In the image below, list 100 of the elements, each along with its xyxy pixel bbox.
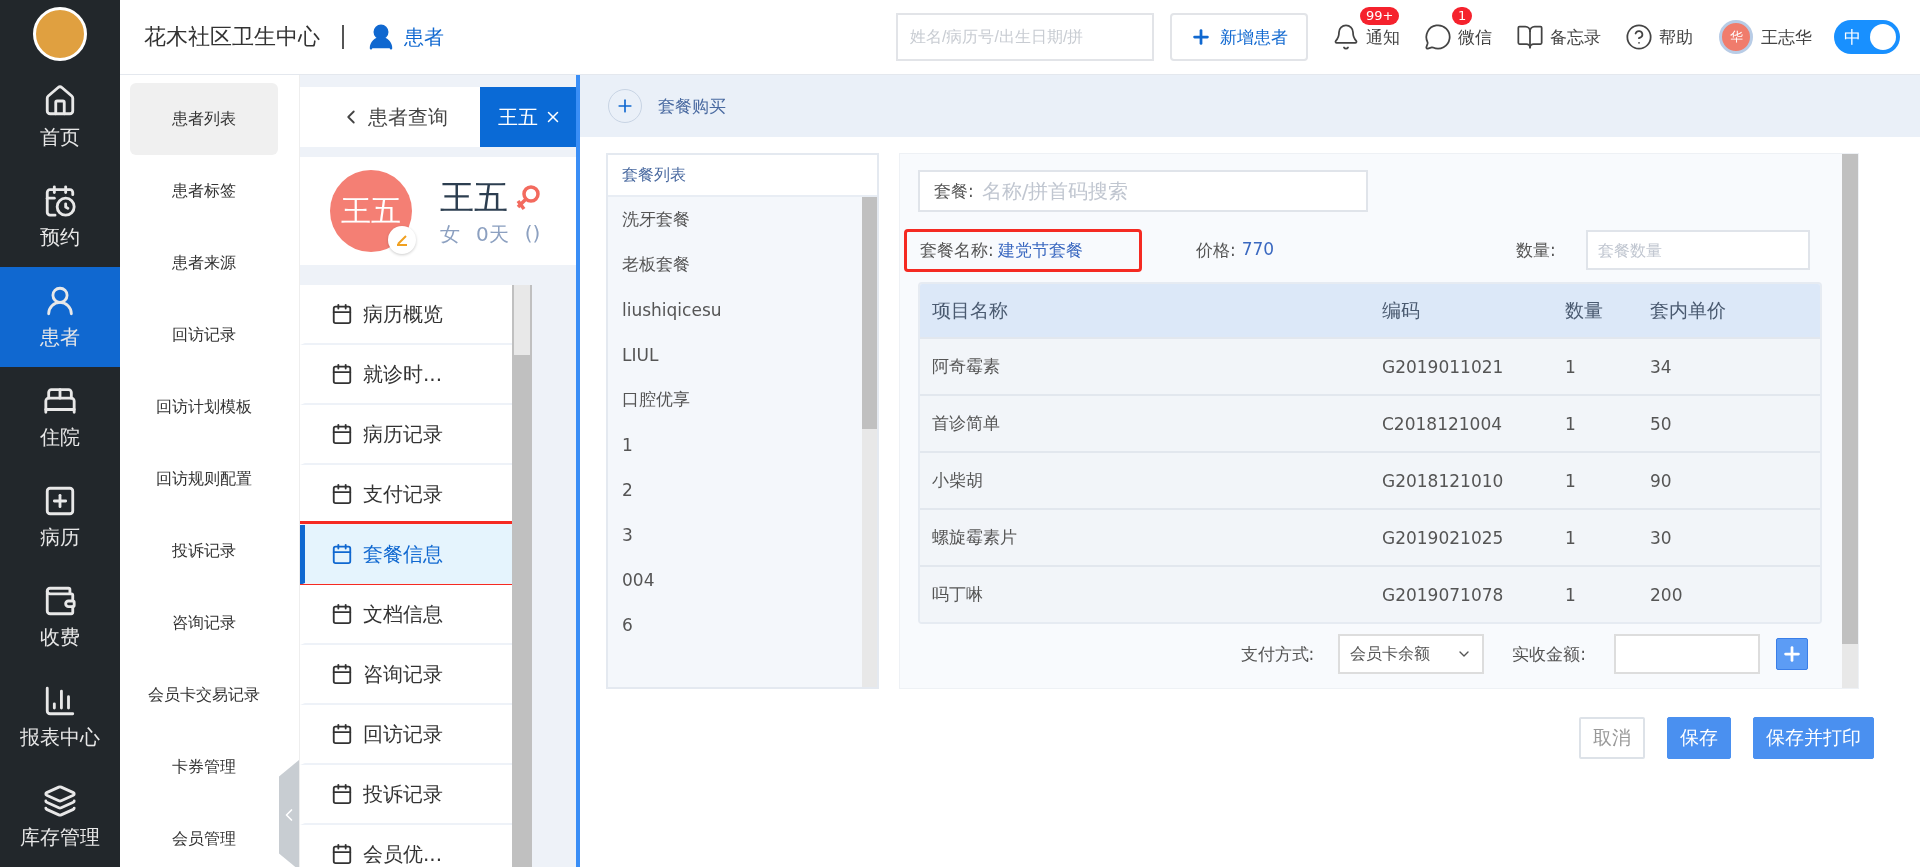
table-cell-text: 阿奇霉素 [932,355,1001,378]
package-item[interactable]: LIUL [608,332,862,377]
calendar-icon [331,603,353,625]
toolbar-label[interactable]: 微信 [1458,25,1492,49]
table-cell-text: 200 [1650,584,1684,605]
field-label: 数量: [1516,238,1556,262]
table-cell-text: G2018121010 [1382,470,1505,491]
field-label: 支付方式: [1240,642,1315,666]
table-cell-text: 1 [1565,584,1577,605]
table-cell-text: G2019021025 [1382,527,1505,548]
table-cell-text: 34 [1650,356,1673,377]
subnav-item[interactable]: 回访规则配置 [130,443,278,515]
package-search-field[interactable]: 名称/拼首码搜索 [979,178,1366,204]
table-cell-text: G2019071078 [1382,584,1505,605]
logo-avatar [33,6,87,61]
subnav-item[interactable]: 回访记录 [130,299,278,371]
section-title: 套餐购买 [658,94,726,118]
package-item[interactable]: 004 [608,557,862,602]
calendar-icon [331,363,353,385]
package-search-box[interactable]: 套餐: 名称/拼首码搜索 [918,170,1368,212]
subnav-item[interactable]: 患者列表 [130,83,278,155]
package-item[interactable]: 3 [608,512,862,557]
help-icon[interactable] [1625,23,1653,51]
package-item[interactable]: 洗牙套餐 [608,197,862,242]
package-item[interactable]: 1 [608,422,862,467]
column-header: 套内单价 [1650,297,1727,323]
nav-item[interactable]: 收费 [0,567,120,667]
subnav-item[interactable]: 会员管理 [130,803,278,867]
table-cell-text: 螺旋霉素片 [932,526,1018,549]
add-button[interactable] [1776,638,1808,670]
nav-item[interactable]: 预约 [0,167,120,267]
scrollbar[interactable] [1842,154,1858,688]
subnav-item[interactable]: 回访计划模板 [130,371,278,443]
package-item[interactable]: 6 [608,602,862,647]
bell-icon[interactable] [1332,23,1360,51]
column-header: 编码 [1382,297,1421,323]
toolbar-label[interactable]: 帮助 [1659,25,1693,49]
amount-field[interactable] [1614,634,1760,674]
plus-icon [1190,26,1212,48]
calendar-icon [331,723,353,745]
field-label: 价格: [1196,238,1236,262]
toolbar-label[interactable]: 通知 [1366,25,1400,49]
nav-item[interactable]: 首页 [0,67,120,167]
table-cell-text: G2019011021 [1382,356,1505,377]
layers-icon [43,783,77,818]
subnav-item[interactable]: 会员卡交易记录 [130,659,278,731]
nav-item[interactable]: 患者 [0,267,120,367]
table-cell-text: 30 [1650,527,1673,548]
record-nav-item[interactable]: 文档信息 [300,585,512,645]
chat-icon[interactable] [1424,23,1452,51]
quantity-field[interactable]: 套餐数量 [1585,230,1810,270]
field-label: 套餐: [934,179,974,203]
module-title: 患者 [404,23,444,51]
add-patient-button[interactable]: 新增患者 [1170,13,1308,61]
field-label: 实收金额: [1512,642,1586,666]
subnav-item[interactable]: 投诉记录 [130,515,278,587]
subnav-item[interactable]: 患者标签 [130,155,278,227]
package-item[interactable]: 老板套餐 [608,242,862,287]
count-badge: 99+ [1360,7,1400,25]
nav-item[interactable]: 病历 [0,467,120,567]
table-cell-text: 吗丁啉 [932,583,984,606]
package-item[interactable]: liushiqicesu [608,287,862,332]
calendar-icon [331,843,353,865]
column-header: 数量 [1565,297,1604,323]
scrollbar[interactable] [512,285,532,867]
patient-gender: 女 [440,220,460,248]
package-item[interactable]: 口腔优享 [608,377,862,422]
nav-item[interactable]: 住院 [0,367,120,467]
female-icon [514,182,542,213]
calendar-icon [331,423,353,445]
collapse-handle[interactable] [279,760,299,867]
table-cell-text: 首诊简单 [932,412,1001,435]
table-cell-text: 50 [1650,413,1673,434]
table-cell-text: 1 [1565,356,1577,377]
toolbar-label[interactable]: 备忘录 [1550,25,1601,49]
patient-name: 王五 [440,175,508,219]
patient-tab[interactable]: 王五 [480,87,576,147]
package-item[interactable]: 2 [608,467,862,512]
table-cell-text: 1 [1565,413,1577,434]
user-name[interactable]: 王志华 [1761,25,1812,49]
payment-method-select[interactable]: 会员卡余额 [1338,634,1485,674]
subnav-item[interactable]: 咨询记录 [130,587,278,659]
table-cell-text: 小柴胡 [932,469,984,492]
field-label: 套餐名称: [920,238,994,262]
nav-item[interactable]: 报表中心 [0,667,120,767]
edit-icon[interactable] [388,226,416,254]
package-name: 建党节套餐 [997,238,1083,262]
patient-note: () [524,220,541,247]
patient-age: 0天 [476,220,509,248]
subnav-item[interactable]: 患者来源 [130,227,278,299]
book-icon[interactable] [1516,23,1544,51]
scrollbar[interactable] [862,197,877,687]
table-cell-text: C2018121004 [1382,413,1504,434]
column-header: 项目名称 [932,297,1009,323]
price-value: 770 [1241,238,1275,261]
plus-icon [1781,643,1803,665]
subnav-item[interactable]: 卡券管理 [130,731,278,803]
calendar-icon [331,483,353,505]
nav-item[interactable]: 库存管理 [0,767,120,867]
table-cell-text: 1 [1565,527,1577,548]
